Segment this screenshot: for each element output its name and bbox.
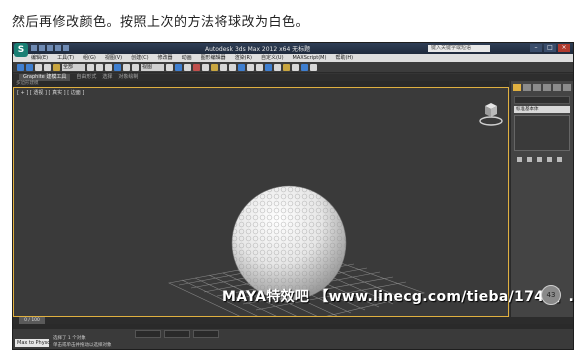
angle-snap-icon[interactable] <box>184 63 191 71</box>
utilities-tab-icon[interactable] <box>563 84 571 91</box>
viewcube-icon[interactable] <box>478 100 504 128</box>
menu-item[interactable]: 动画 <box>182 54 192 62</box>
menu-item[interactable]: 渲染(R) <box>235 54 252 62</box>
close-button[interactable]: × <box>558 44 570 52</box>
render-icon[interactable] <box>292 63 299 71</box>
menu-item[interactable]: 视图(V) <box>105 54 122 62</box>
x-field[interactable] <box>135 330 161 338</box>
hierarchy-tab-icon[interactable] <box>533 84 541 91</box>
named-selection-icon[interactable] <box>211 63 218 71</box>
z-field[interactable] <box>193 330 219 338</box>
menu-item[interactable]: 工具(T) <box>57 54 74 62</box>
teapot-render-icon[interactable] <box>301 63 308 71</box>
time-slider[interactable]: 0 / 100 <box>13 317 573 324</box>
coordinate-fields <box>135 330 219 338</box>
tab-selection[interactable]: 选择 <box>102 74 112 81</box>
open-icon[interactable] <box>39 45 45 51</box>
command-panel: 标准基本体 <box>510 81 573 317</box>
display-tab-icon[interactable] <box>553 84 561 91</box>
title-bar: Autodesk 3ds Max 2012 x64 无标题 键入关键字或短语 –… <box>13 43 573 54</box>
mirror-icon[interactable] <box>220 63 227 71</box>
object-type-dropdown[interactable]: 标准基本体 <box>514 106 570 113</box>
main-toolbar: 全部 视图 <box>13 62 573 73</box>
watermark-text: MAYA特效吧 【www.linecg.com/tieba/1745】. <box>222 289 575 305</box>
scale-icon[interactable] <box>132 63 139 71</box>
redo-icon[interactable] <box>26 63 33 71</box>
motion-tab-icon[interactable] <box>543 84 551 91</box>
make-unique-icon[interactable] <box>537 157 542 162</box>
menu-item[interactable]: 创建(C) <box>131 54 148 62</box>
scene-canvas <box>168 185 426 316</box>
status-prompt: 单击或单击并拖动以选择对象 <box>53 343 112 348</box>
new-icon[interactable] <box>31 45 37 51</box>
unlink-icon[interactable] <box>44 63 51 71</box>
menu-item[interactable]: 自定义(U) <box>261 54 284 62</box>
configure-sets-icon[interactable] <box>557 157 562 162</box>
maximize-button[interactable]: □ <box>544 44 556 52</box>
modifier-stack[interactable] <box>514 115 570 151</box>
percent-snap-icon[interactable] <box>193 63 200 71</box>
object-name-field[interactable] <box>514 96 570 104</box>
tab-graphite[interactable]: Graphite 建模工具 <box>19 74 71 81</box>
maxscript-listener[interactable]: Max to Physc. <box>15 339 52 347</box>
reference-coord-dropdown[interactable]: 视图 <box>141 63 164 71</box>
modify-tab-icon[interactable] <box>523 84 531 91</box>
select-by-name-icon[interactable] <box>96 63 103 71</box>
menu-item[interactable]: 编辑(E) <box>31 54 48 62</box>
status-bar: 选择了 1 个对象 单击或单击并拖动以选择对象 Max to Physc. <box>13 329 573 349</box>
snap-icon[interactable] <box>175 63 182 71</box>
perspective-viewport[interactable]: [ + ] [ 透视 ] [ 真实 ] [ 边面 ] <box>13 87 509 317</box>
schematic-icon[interactable] <box>256 63 263 71</box>
render-setup-icon[interactable] <box>274 63 281 71</box>
menu-item[interactable]: MAXScript(M) <box>293 54 327 62</box>
render-frame-icon[interactable] <box>283 63 290 71</box>
menu-item[interactable]: 修改器 <box>158 54 173 62</box>
menu-item[interactable]: 图形编辑器 <box>201 54 226 62</box>
status-selection: 选择了 1 个对象 <box>53 336 86 341</box>
tutorial-caption: 然后再修改颜色。按照上次的方法将球改为白色。 <box>12 15 310 30</box>
create-tab-icon[interactable] <box>513 84 521 91</box>
tab-freeform[interactable]: 自由形式 <box>76 74 96 81</box>
window-title: Autodesk 3ds Max 2012 x64 无标题 <box>205 46 311 53</box>
undo-icon[interactable] <box>55 45 61 51</box>
menu-item[interactable]: 帮助(H) <box>335 54 353 62</box>
page-badge: 43 <box>541 285 561 305</box>
move-icon[interactable] <box>114 63 121 71</box>
search-input[interactable]: 键入关键字或短语 <box>428 45 490 52</box>
tab-object-paint[interactable]: 对象绘制 <box>118 74 138 81</box>
stack-controls <box>511 153 573 166</box>
minimize-button[interactable]: – <box>530 44 542 52</box>
pin-stack-icon[interactable] <box>517 157 522 162</box>
app-logo-icon[interactable]: S <box>14 43 28 57</box>
ribbon-tabs: Graphite 建模工具 自由形式 选择 对象绘制 <box>13 74 573 81</box>
quick-access-toolbar[interactable] <box>31 45 69 51</box>
align-icon[interactable] <box>229 63 236 71</box>
y-field[interactable] <box>164 330 190 338</box>
select-icon[interactable] <box>87 63 94 71</box>
activeshade-icon[interactable] <box>310 63 317 71</box>
command-panel-tabs <box>511 81 573 94</box>
save-icon[interactable] <box>47 45 53 51</box>
time-slider-thumb[interactable]: 0 / 100 <box>19 317 45 324</box>
menu-item[interactable]: 组(G) <box>83 54 96 62</box>
spinner-snap-icon[interactable] <box>202 63 209 71</box>
rotate-icon[interactable] <box>123 63 130 71</box>
material-editor-icon[interactable] <box>265 63 272 71</box>
pivot-icon[interactable] <box>166 63 173 71</box>
curve-editor-icon[interactable] <box>247 63 254 71</box>
golf-ball <box>231 185 347 301</box>
layer-icon[interactable] <box>238 63 245 71</box>
rect-select-icon[interactable] <box>105 63 112 71</box>
menu-bar: 编辑(E) 工具(T) 组(G) 视图(V) 创建(C) 修改器 动画 图形编辑… <box>13 54 573 62</box>
undo-icon[interactable] <box>17 63 24 71</box>
redo-icon[interactable] <box>63 45 69 51</box>
show-end-result-icon[interactable] <box>527 157 532 162</box>
link-icon[interactable] <box>35 63 42 71</box>
selection-filter-dropdown[interactable]: 全部 <box>62 63 85 71</box>
remove-modifier-icon[interactable] <box>547 157 552 162</box>
bind-icon[interactable] <box>53 63 60 71</box>
